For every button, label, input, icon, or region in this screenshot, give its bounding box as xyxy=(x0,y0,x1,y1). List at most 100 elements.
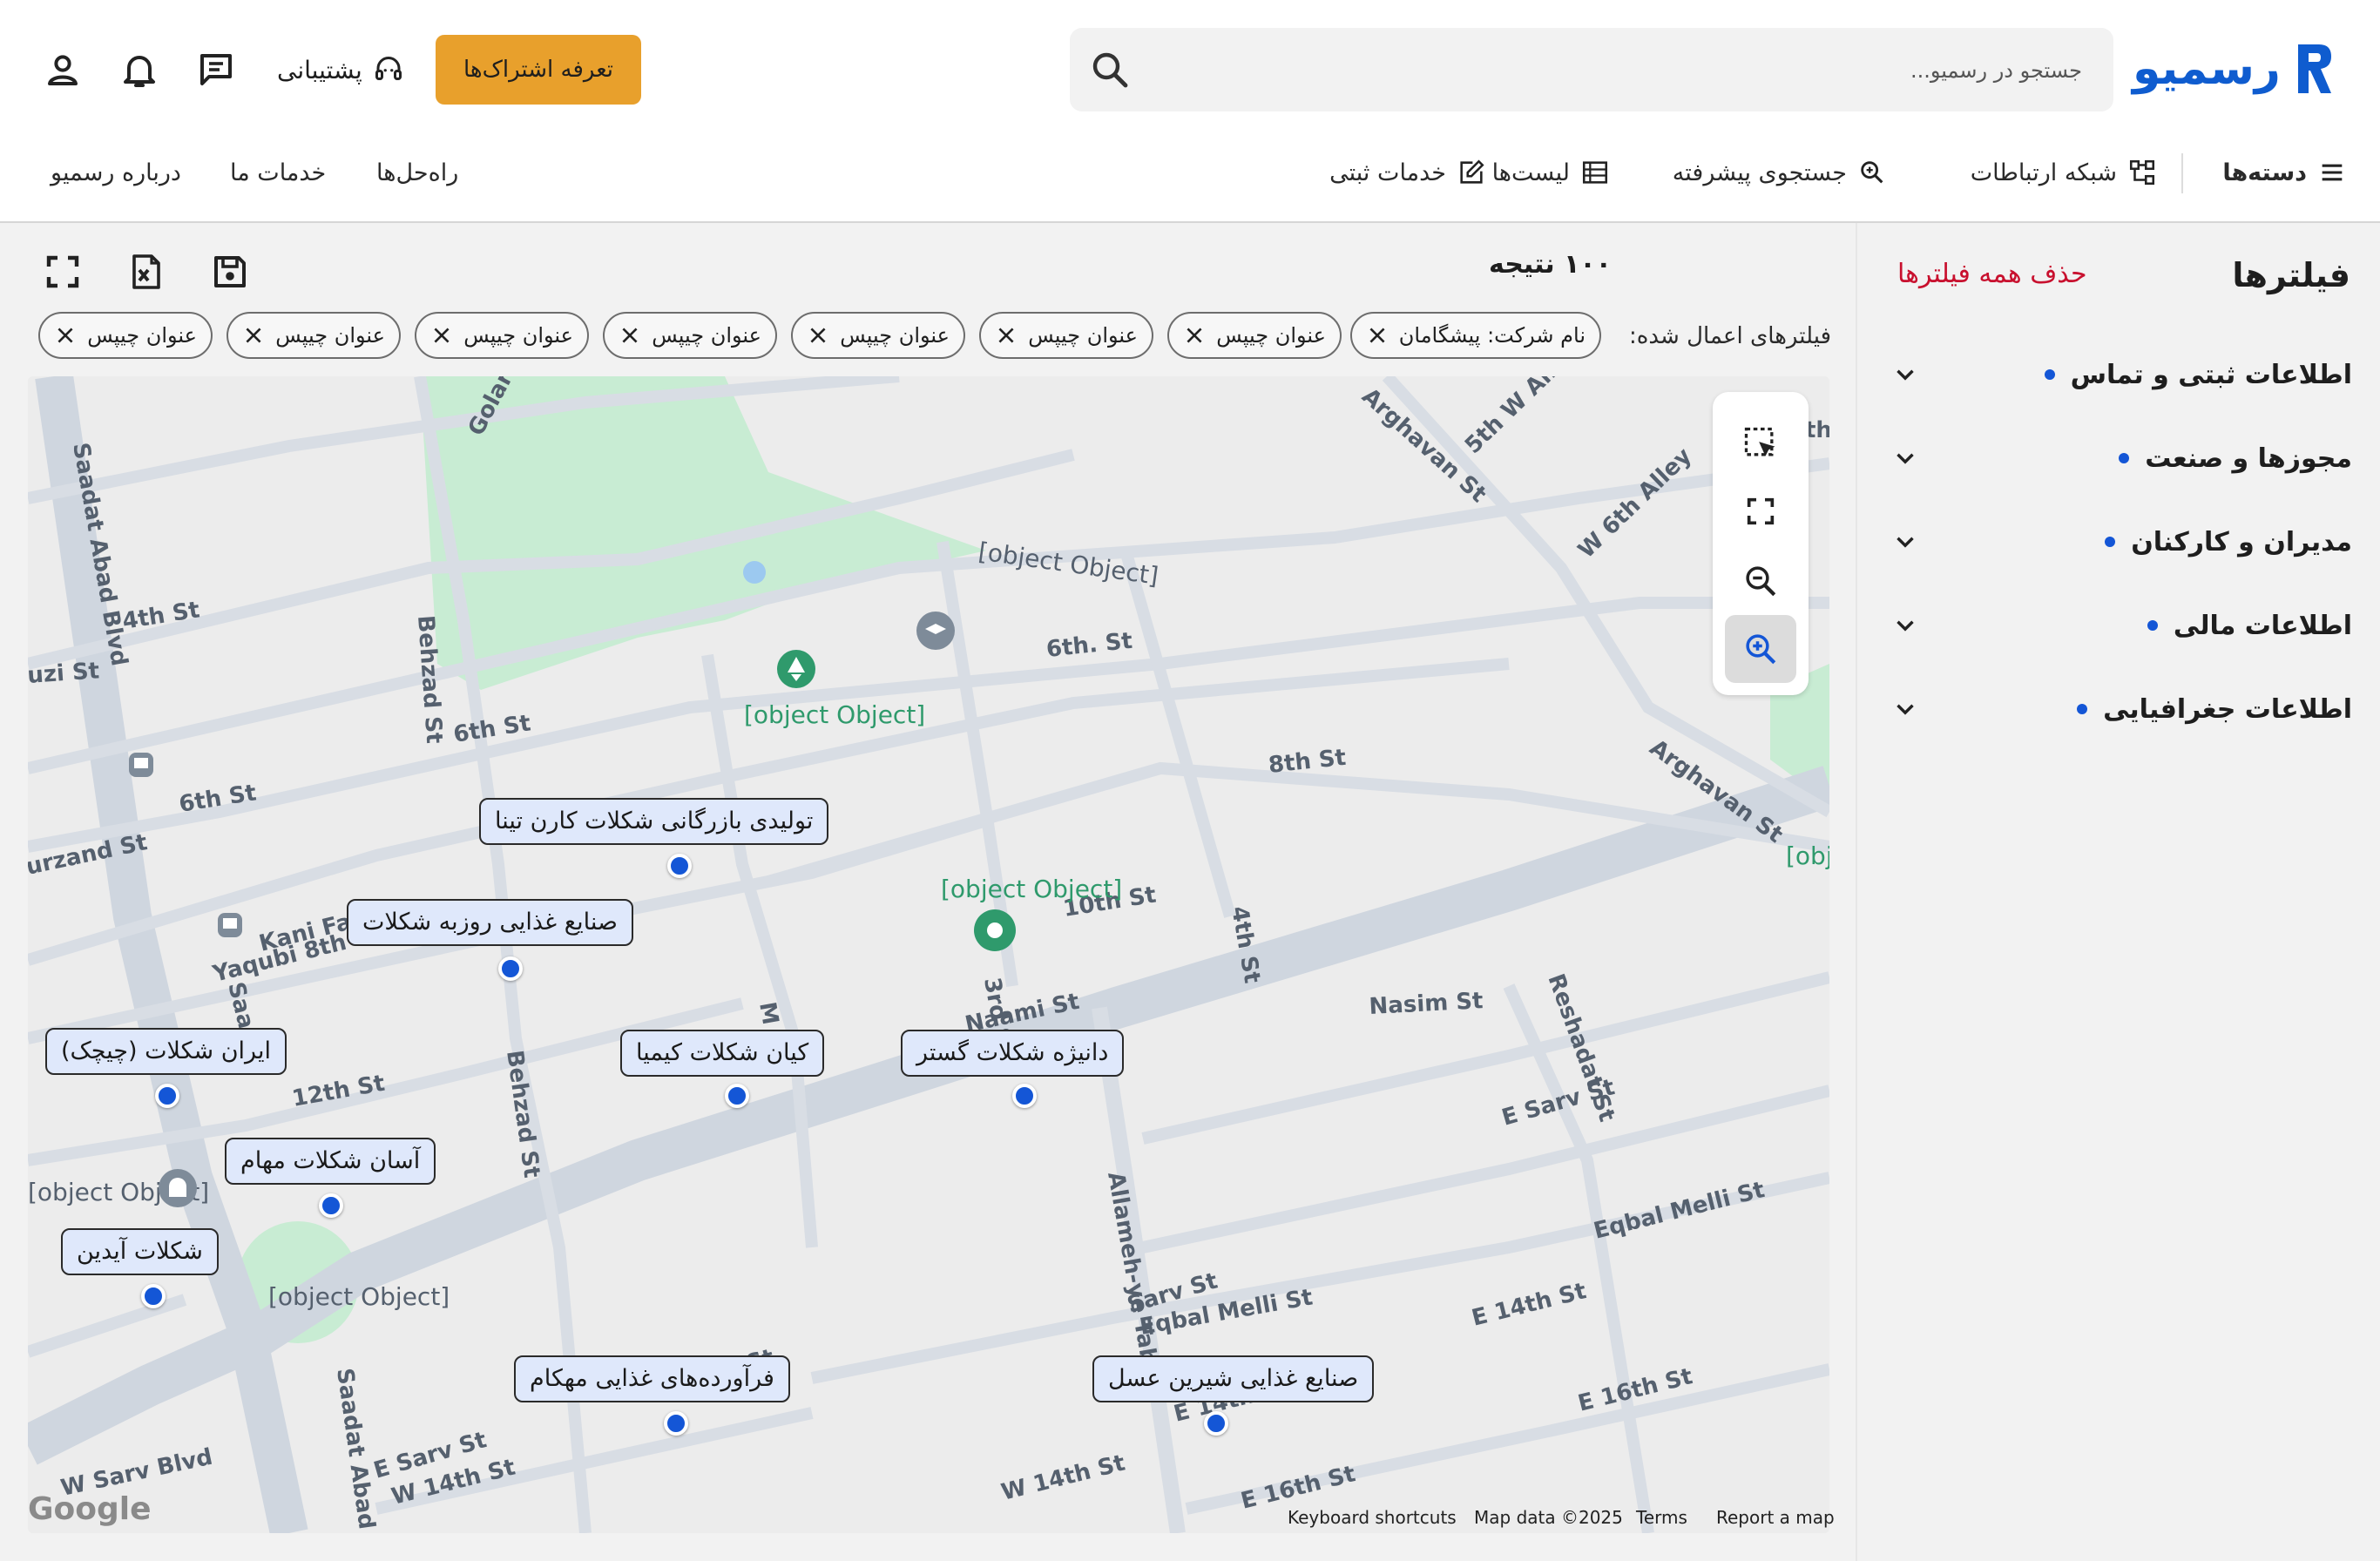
filter-chip[interactable]: عنوان چیپس xyxy=(38,312,213,359)
filter-section-label: مدیران و کارکنان xyxy=(2131,526,2352,558)
filter-chip[interactable]: عنوان چیپس xyxy=(603,312,777,359)
filter-section-label: اطلاعات ثبتی و تماس xyxy=(2070,359,2352,390)
nav-categories[interactable]: دسته‌ها xyxy=(2222,148,2347,197)
company-pin-label[interactable]: آسان شکلات مهام xyxy=(225,1138,436,1185)
close-icon[interactable] xyxy=(619,324,641,347)
map-controls xyxy=(1713,392,1809,695)
close-icon[interactable] xyxy=(1183,324,1206,347)
place-label: [object Object] xyxy=(941,875,1122,903)
nav-about[interactable]: درباره رسمیو xyxy=(51,148,181,197)
close-icon[interactable] xyxy=(807,324,829,347)
bus-stop-marker[interactable] xyxy=(129,753,153,777)
fit-map-button[interactable] xyxy=(1725,477,1796,545)
chevron-down-icon xyxy=(1897,620,1914,632)
company-pin[interactable] xyxy=(1204,1411,1228,1436)
brand-logo[interactable]: رسمیو xyxy=(2133,40,2335,98)
nav-solutions[interactable]: راه‌حل‌ها xyxy=(376,148,458,197)
nav-registration[interactable]: خدمات ثبتی xyxy=(1329,148,1486,197)
filter-section-label: اطلاعات جغرافیایی xyxy=(2103,693,2352,725)
search-input[interactable] xyxy=(1148,28,2084,113)
nav-lists[interactable]: لیست‌ها xyxy=(1492,148,1610,197)
company-pin-label[interactable]: فرآورده‌های غذایی مهکام xyxy=(514,1355,790,1402)
close-icon[interactable] xyxy=(1366,324,1389,347)
company-pin-label[interactable]: صنایع غذایی روزبه شکلات xyxy=(347,899,633,946)
nav-about-label: درباره رسمیو xyxy=(51,159,181,186)
subscription-plans-button[interactable]: تعرفه اشتراک‌ها xyxy=(436,35,641,105)
clear-all-filters-button[interactable]: حذف همه فیلترها xyxy=(1892,258,2093,290)
active-dot xyxy=(2044,369,2055,380)
company-pin[interactable] xyxy=(664,1411,688,1436)
filter-section-financial[interactable]: اطلاعات مالی xyxy=(1890,599,2352,652)
chip-label: نام شرکت: پیشگامان xyxy=(1398,323,1586,348)
fullscreen-icon[interactable] xyxy=(42,251,84,293)
map-view[interactable]: 4th St 6th St 6th St 6th. St 8th St 10th… xyxy=(28,376,1829,1533)
company-pin[interactable] xyxy=(667,854,692,878)
company-pin-label[interactable]: تولیدی بازرگانی شکلات کارن تینا xyxy=(479,798,829,845)
street-label: th xyxy=(1805,417,1829,443)
company-pin-label[interactable]: ایران شکلات (چیچک) xyxy=(45,1028,287,1075)
map-canvas[interactable]: 4th St 6th St 6th St 6th. St 8th St 10th… xyxy=(28,376,1829,1533)
company-pin[interactable] xyxy=(155,1084,179,1108)
zoom-out-button[interactable] xyxy=(1725,547,1796,615)
company-pin[interactable] xyxy=(498,956,523,981)
close-icon[interactable] xyxy=(430,324,453,347)
company-pin-label[interactable]: شکلات آیدین xyxy=(61,1228,219,1275)
place-label: [object Object] xyxy=(268,1282,450,1311)
close-icon[interactable] xyxy=(995,324,1018,347)
nav-registration-label: خدمات ثبتی xyxy=(1329,159,1446,186)
company-pin[interactable] xyxy=(1012,1084,1037,1108)
message-icon[interactable] xyxy=(195,49,237,91)
filter-chip[interactable]: عنوان چیپس xyxy=(791,312,965,359)
filter-chip[interactable]: عنوان چیپس xyxy=(1167,312,1342,359)
company-pin[interactable] xyxy=(141,1284,166,1308)
chevron-down-icon xyxy=(1897,704,1914,715)
headset-icon xyxy=(375,57,402,80)
brand-name: رسمیو xyxy=(2133,43,2282,95)
gym-marker[interactable] xyxy=(974,909,1016,951)
nav-advanced-search[interactable]: جستجوی پیشرفته xyxy=(1673,148,1887,197)
nav-network[interactable]: شبکه ارتباطات xyxy=(1971,148,2157,197)
zoom-in-button[interactable] xyxy=(1725,615,1796,683)
school-marker[interactable] xyxy=(916,612,955,650)
nav-advanced-search-label: جستجوی پیشرفته xyxy=(1672,159,1847,186)
close-icon[interactable] xyxy=(242,324,265,347)
fullscreen-icon xyxy=(1747,497,1775,525)
company-pin[interactable] xyxy=(319,1193,343,1218)
mosque-marker[interactable] xyxy=(159,1169,197,1207)
nav-services[interactable]: خدمات ما xyxy=(230,148,326,197)
filter-section-managers[interactable]: مدیران و کارکنان xyxy=(1890,516,2352,568)
nav-divider xyxy=(2181,153,2183,193)
company-pin-label[interactable]: دانیژه شکلات گستر xyxy=(901,1030,1125,1077)
place-label: [object Object] xyxy=(744,700,925,729)
chip-label: عنوان چیپس xyxy=(840,323,950,348)
search-icon[interactable] xyxy=(1089,49,1131,91)
company-pin-label[interactable]: کیان شکلات کیمیا xyxy=(620,1030,825,1077)
user-icon[interactable] xyxy=(42,49,84,91)
filter-chip[interactable]: عنوان چیپس xyxy=(227,312,401,359)
company-pin-label[interactable]: صنایع غذایی شیرین عسل xyxy=(1092,1355,1375,1402)
save-icon[interactable] xyxy=(209,251,251,293)
filter-section-licenses[interactable]: مجوزها و صنعت xyxy=(1890,432,2352,484)
filter-chip[interactable]: عنوان چیپس xyxy=(415,312,589,359)
park-marker[interactable] xyxy=(777,650,815,688)
bell-icon[interactable] xyxy=(118,49,160,91)
active-dot xyxy=(2119,453,2130,463)
chevron-down-icon xyxy=(1897,453,1914,464)
filter-section-registration[interactable]: اطلاعات ثبتی و تماس xyxy=(1890,348,2352,401)
keyboard-shortcuts-link[interactable]: Keyboard shortcuts xyxy=(1288,1507,1457,1528)
report-map-link[interactable]: Report a map xyxy=(1716,1507,1835,1528)
close-icon[interactable] xyxy=(54,324,77,347)
filter-section-geographic[interactable]: اطلاعات جغرافیایی xyxy=(1890,683,2352,735)
company-pin[interactable] xyxy=(725,1084,749,1108)
filter-chip[interactable]: عنوان چیپس xyxy=(979,312,1153,359)
edit-icon xyxy=(1460,159,1484,184)
select-area-button[interactable] xyxy=(1725,409,1796,477)
results-count: ۱۰۰ نتیجه xyxy=(1489,249,1612,280)
filter-chip[interactable]: نام شرکت: پیشگامان xyxy=(1349,312,1601,359)
chip-label: عنوان چیپس xyxy=(652,323,761,348)
excel-export-icon[interactable] xyxy=(125,251,167,293)
bus-stop-marker[interactable] xyxy=(218,913,242,937)
support-link[interactable]: پشتیبانی xyxy=(277,45,404,94)
place-label: [object Object] xyxy=(1786,841,1829,870)
terms-link[interactable]: Terms xyxy=(1636,1507,1687,1528)
